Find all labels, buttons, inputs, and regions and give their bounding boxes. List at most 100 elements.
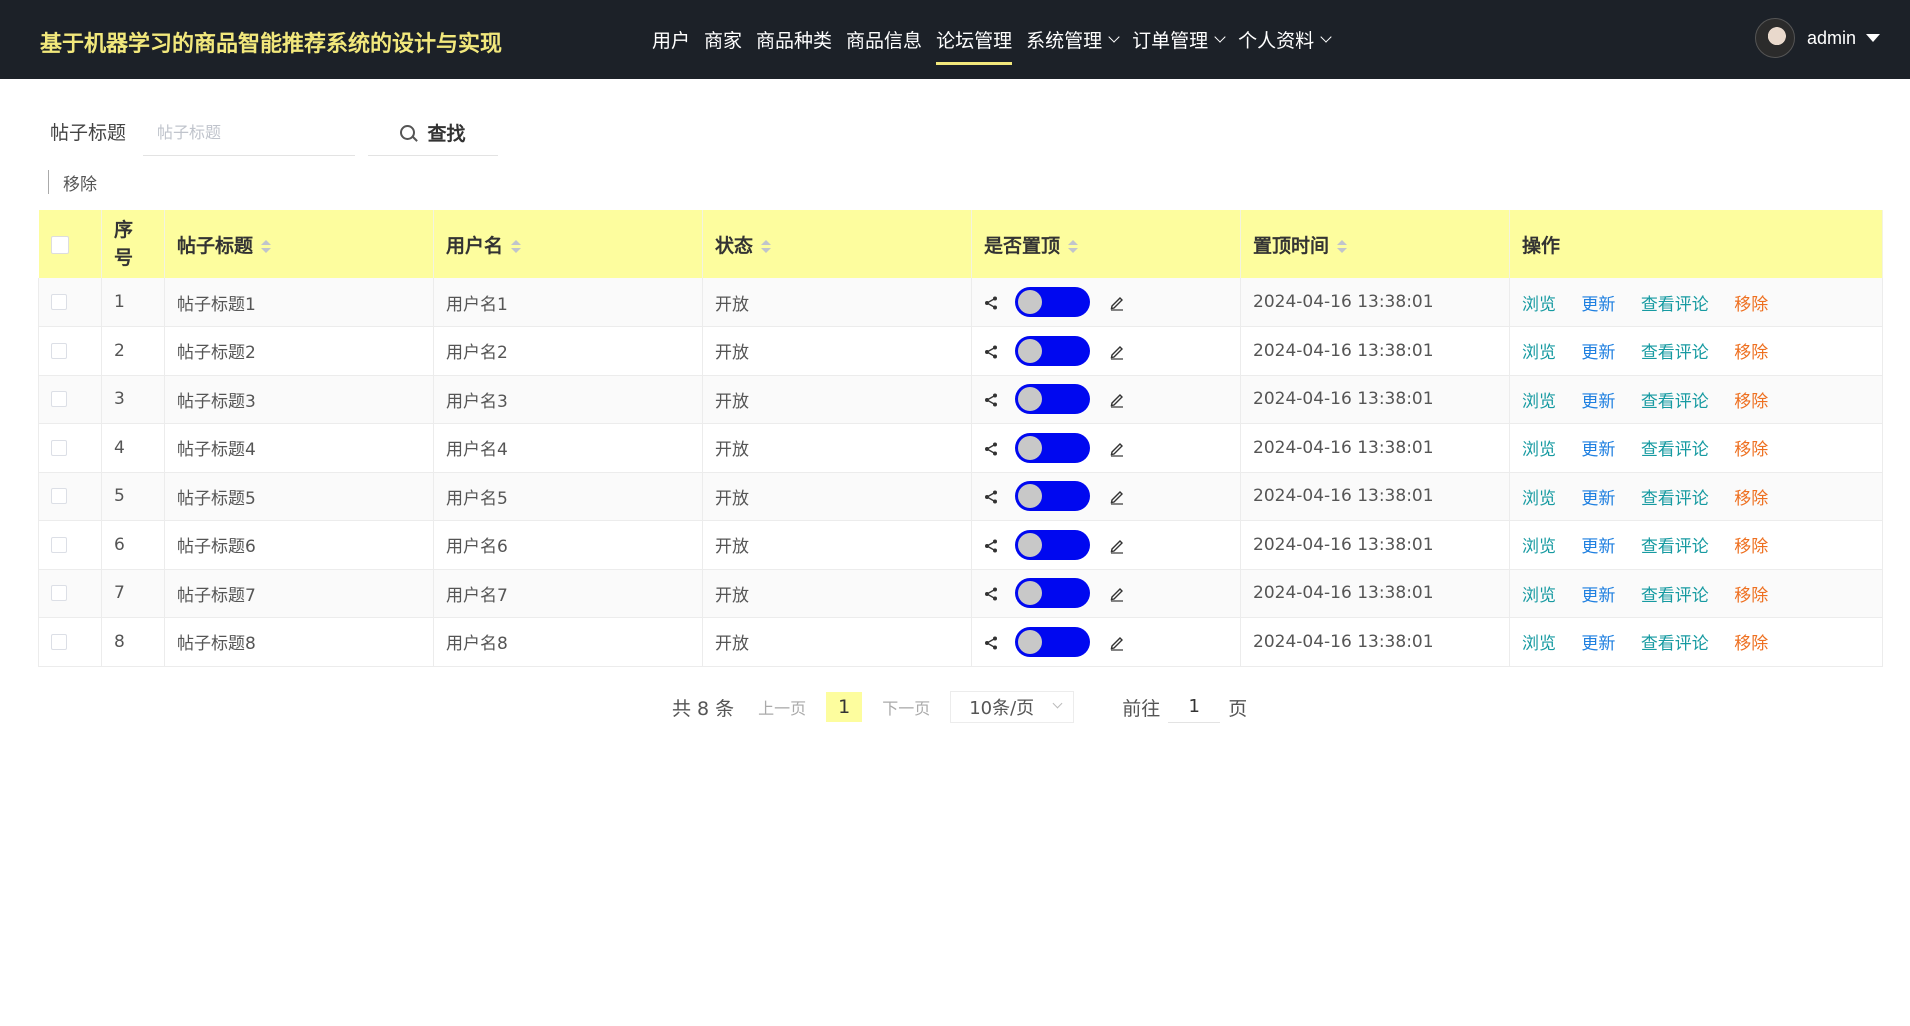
sort-icon[interactable] bbox=[511, 239, 522, 253]
update-button[interactable]: 更新 bbox=[1581, 440, 1615, 460]
header-username[interactable]: 用户名 bbox=[433, 210, 703, 278]
edit-icon[interactable] bbox=[1108, 584, 1126, 602]
edit-icon[interactable] bbox=[1108, 487, 1126, 505]
nav-item-users[interactable]: 用户 bbox=[652, 0, 690, 79]
view-button[interactable]: 浏览 bbox=[1522, 489, 1556, 509]
remove-button[interactable]: 移除 bbox=[1734, 489, 1768, 509]
view-button[interactable]: 浏览 bbox=[1522, 295, 1556, 315]
sort-icon[interactable] bbox=[261, 239, 272, 253]
view-button[interactable]: 浏览 bbox=[1522, 343, 1556, 363]
row-actions: 浏览 更新 查看评论 移除 bbox=[1509, 520, 1883, 570]
header-pinned[interactable]: 是否置顶 bbox=[971, 210, 1241, 278]
row-checkbox[interactable] bbox=[51, 439, 67, 456]
row-title: 帖子标题4 bbox=[164, 423, 434, 473]
share-icon[interactable] bbox=[984, 635, 998, 650]
nav-item-orders[interactable]: 订单管理 bbox=[1132, 0, 1226, 79]
view-comments-button[interactable]: 查看评论 bbox=[1641, 392, 1709, 412]
view-button[interactable]: 浏览 bbox=[1522, 586, 1556, 606]
remove-button[interactable]: 移除 bbox=[1734, 634, 1768, 654]
user-menu[interactable]: admin bbox=[1754, 18, 1880, 58]
remove-button[interactable]: 移除 bbox=[1734, 537, 1768, 557]
search-button[interactable]: 查找 bbox=[368, 110, 498, 156]
update-button[interactable]: 更新 bbox=[1581, 489, 1615, 509]
view-button[interactable]: 浏览 bbox=[1522, 634, 1556, 654]
search-input[interactable] bbox=[143, 110, 355, 156]
row-index: 7 bbox=[101, 569, 165, 618]
view-comments-button[interactable]: 查看评论 bbox=[1641, 537, 1709, 557]
sort-icon[interactable] bbox=[1068, 239, 1079, 253]
view-comments-button[interactable]: 查看评论 bbox=[1641, 489, 1709, 509]
view-button[interactable]: 浏览 bbox=[1522, 440, 1556, 460]
view-comments-button[interactable]: 查看评论 bbox=[1641, 295, 1709, 315]
update-button[interactable]: 更新 bbox=[1581, 295, 1615, 315]
row-checkbox[interactable] bbox=[51, 391, 67, 408]
update-button[interactable]: 更新 bbox=[1581, 634, 1615, 654]
update-button[interactable]: 更新 bbox=[1581, 586, 1615, 606]
pinned-toggle[interactable] bbox=[1015, 432, 1091, 463]
nav-item-merchants[interactable]: 商家 bbox=[704, 0, 742, 79]
nav-label: 商品信息 bbox=[846, 30, 923, 52]
share-icon[interactable] bbox=[984, 489, 998, 504]
header-title[interactable]: 帖子标题 bbox=[164, 210, 434, 278]
prev-page-button[interactable]: 上一页 bbox=[758, 695, 806, 719]
view-button[interactable]: 浏览 bbox=[1522, 392, 1556, 412]
remove-button[interactable]: 移除 bbox=[1734, 440, 1768, 460]
sort-icon[interactable] bbox=[1337, 239, 1348, 253]
pinned-toggle[interactable] bbox=[1015, 529, 1091, 560]
share-icon[interactable] bbox=[984, 441, 998, 456]
edit-icon[interactable] bbox=[1108, 342, 1126, 360]
remove-button[interactable]: 移除 bbox=[1734, 586, 1768, 606]
row-pinned-cell bbox=[971, 472, 1241, 521]
remove-button[interactable]: 移除 bbox=[1734, 343, 1768, 363]
share-icon[interactable] bbox=[984, 392, 998, 407]
row-checkbox[interactable] bbox=[51, 488, 67, 505]
pinned-toggle[interactable] bbox=[1015, 287, 1091, 317]
share-icon[interactable] bbox=[984, 344, 998, 359]
row-checkbox[interactable] bbox=[51, 294, 67, 310]
goto-page-input[interactable] bbox=[1168, 691, 1221, 723]
row-checkbox[interactable] bbox=[51, 585, 67, 602]
remove-button[interactable]: 移除 bbox=[1734, 295, 1768, 315]
pinned-toggle[interactable] bbox=[1015, 481, 1091, 512]
view-button[interactable]: 浏览 bbox=[1522, 537, 1556, 557]
edit-icon[interactable] bbox=[1108, 390, 1126, 408]
edit-icon[interactable] bbox=[1108, 293, 1126, 311]
row-username: 用户名6 bbox=[433, 520, 703, 570]
pinned-toggle[interactable] bbox=[1015, 335, 1091, 366]
nav-item-categories[interactable]: 商品种类 bbox=[756, 0, 832, 79]
view-comments-button[interactable]: 查看评论 bbox=[1641, 634, 1709, 654]
view-comments-button[interactable]: 查看评论 bbox=[1641, 440, 1709, 460]
view-comments-button[interactable]: 查看评论 bbox=[1641, 343, 1709, 363]
row-pinned-time: 2024-04-16 13:38:01 bbox=[1240, 520, 1510, 570]
header-status[interactable]: 状态 bbox=[702, 210, 972, 278]
pinned-toggle[interactable] bbox=[1015, 384, 1091, 415]
edit-icon[interactable] bbox=[1108, 439, 1126, 457]
update-button[interactable]: 更新 bbox=[1581, 537, 1615, 557]
select-all-checkbox[interactable] bbox=[50, 235, 69, 254]
row-checkbox[interactable] bbox=[51, 633, 67, 650]
next-page-button[interactable]: 下一页 bbox=[882, 695, 930, 719]
pinned-toggle[interactable] bbox=[1015, 578, 1091, 609]
update-button[interactable]: 更新 bbox=[1581, 343, 1615, 363]
page-number-current[interactable]: 1 bbox=[826, 692, 863, 722]
edit-icon[interactable] bbox=[1108, 633, 1126, 651]
batch-remove-button[interactable]: 移除 bbox=[48, 170, 97, 195]
nav-item-products[interactable]: 商品信息 bbox=[846, 0, 922, 79]
remove-button[interactable]: 移除 bbox=[1734, 392, 1768, 412]
share-icon[interactable] bbox=[984, 538, 998, 553]
header-pinned-time[interactable]: 置顶时间 bbox=[1240, 210, 1510, 278]
view-comments-button[interactable]: 查看评论 bbox=[1641, 586, 1709, 606]
page-size-select[interactable]: 10条/页 bbox=[950, 691, 1075, 723]
pinned-toggle[interactable] bbox=[1015, 626, 1091, 657]
edit-icon[interactable] bbox=[1108, 536, 1126, 554]
update-button[interactable]: 更新 bbox=[1581, 392, 1615, 412]
nav-item-profile[interactable]: 个人资料 bbox=[1238, 0, 1332, 79]
row-checkbox[interactable] bbox=[51, 342, 67, 359]
row-status: 开放 bbox=[702, 617, 972, 667]
nav-item-forum[interactable]: 论坛管理 bbox=[936, 0, 1013, 79]
row-checkbox[interactable] bbox=[51, 536, 67, 553]
share-icon[interactable] bbox=[984, 295, 998, 310]
share-icon[interactable] bbox=[984, 586, 998, 601]
nav-item-system[interactable]: 系统管理 bbox=[1026, 0, 1120, 79]
sort-icon[interactable] bbox=[761, 239, 772, 253]
